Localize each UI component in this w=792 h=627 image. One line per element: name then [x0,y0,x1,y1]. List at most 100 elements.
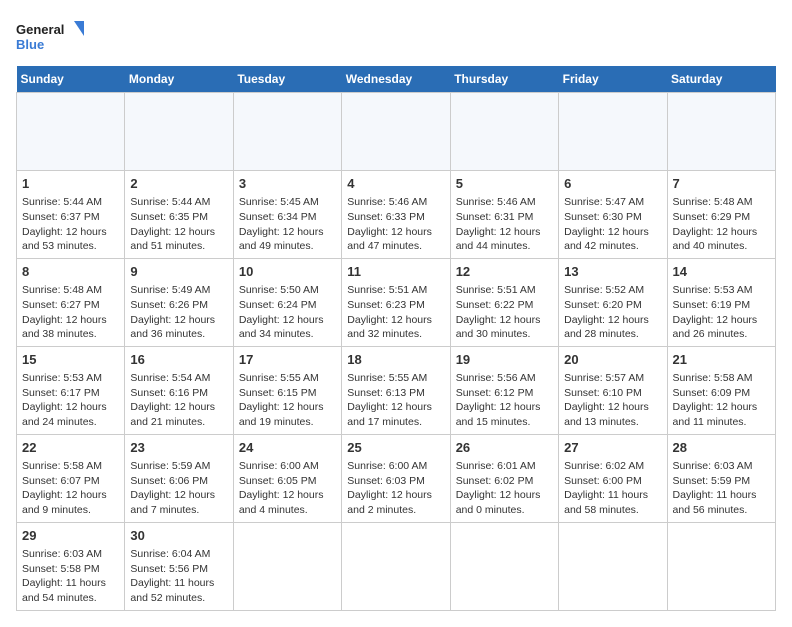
sunrise-text: Sunrise: 5:50 AM [239,284,319,296]
column-header-friday: Friday [559,66,667,93]
day-number: 17 [239,351,336,369]
header-row: SundayMondayTuesdayWednesdayThursdayFrid… [17,66,776,93]
sunrise-text: Sunrise: 6:03 AM [22,548,102,560]
daylight-text: Daylight: 12 hours and 34 minutes. [239,314,324,341]
sunrise-text: Sunrise: 5:53 AM [673,284,753,296]
calendar-cell [342,522,450,610]
sunset-text: Sunset: 6:12 PM [456,387,534,399]
sunrise-text: Sunrise: 5:53 AM [22,372,102,384]
calendar-cell: 19Sunrise: 5:56 AMSunset: 6:12 PMDayligh… [450,346,558,434]
day-number: 24 [239,439,336,457]
calendar-cell: 13Sunrise: 5:52 AMSunset: 6:20 PMDayligh… [559,258,667,346]
day-number: 19 [456,351,553,369]
sunset-text: Sunset: 6:23 PM [347,299,425,311]
column-header-monday: Monday [125,66,233,93]
daylight-text: Daylight: 12 hours and 28 minutes. [564,314,649,341]
column-header-sunday: Sunday [17,66,125,93]
day-number: 3 [239,175,336,193]
day-number: 20 [564,351,661,369]
calendar-cell: 30 Sunrise: 6:04 AM Sunset: 5:56 PM Dayligh… [125,522,233,610]
sunrise-text: Sunrise: 5:51 AM [347,284,427,296]
sunset-text: Sunset: 6:37 PM [22,211,100,223]
day-number: 10 [239,263,336,281]
calendar-cell: 29Sunrise: 6:03 AMSunset: 5:58 PMDayligh… [17,522,125,610]
calendar-cell: 9Sunrise: 5:49 AMSunset: 6:26 PMDaylight… [125,258,233,346]
daylight-text: Daylight: 12 hours and 2 minutes. [347,489,432,516]
sunrise-text: Sunrise: 6:01 AM [456,460,536,472]
day-number: 25 [347,439,444,457]
daylight-text: Daylight: 12 hours and 38 minutes. [22,314,107,341]
daylight-text: Daylight: 12 hours and 40 minutes. [673,226,758,253]
sunrise-text: Sunrise: 5:55 AM [347,372,427,384]
calendar-cell [667,522,775,610]
day-number: 21 [673,351,770,369]
day-number: 8 [22,263,119,281]
sunrise-text: Sunrise: 5:48 AM [673,196,753,208]
svg-text:Blue: Blue [16,37,44,52]
sunset-text: Sunset: 6:16 PM [130,387,208,399]
daylight-text: Daylight: 12 hours and 26 minutes. [673,314,758,341]
calendar-cell [233,93,341,171]
sunrise-text: Sunrise: 5:57 AM [564,372,644,384]
sunset-text: Sunset: 6:06 PM [130,475,208,487]
calendar-cell: 4 Sunrise: 5:46 AM Sunset: 6:33 PM Daylight… [342,171,450,259]
daylight-text: Daylight: 11 hours and 52 minutes. [130,577,214,604]
calendar-cell: 18Sunrise: 5:55 AMSunset: 6:13 PMDayligh… [342,346,450,434]
sunset-text: Sunset: 6:02 PM [456,475,534,487]
daylight-text: Daylight: 12 hours and 21 minutes. [130,401,215,428]
calendar-cell: 27Sunrise: 6:02 AMSunset: 6:00 PMDayligh… [559,434,667,522]
sunrise-text: Sunrise: 5:58 AM [673,372,753,384]
sunset-text: Sunset: 6:20 PM [564,299,642,311]
day-number: 29 [22,527,119,545]
sunset-text: Sunset: 6:00 PM [564,475,642,487]
day-number: 5 [456,175,553,193]
daylight-text: Daylight: 12 hours and 13 minutes. [564,401,649,428]
daylight-text: Daylight: 12 hours and 32 minutes. [347,314,432,341]
sunset-text: Sunset: 6:35 PM [130,211,208,223]
calendar-cell: 5Sunrise: 5:46 AMSunset: 6:31 PMDaylight… [450,171,558,259]
sunrise-text: Sunrise: 6:04 AM [130,548,210,560]
day-number: 16 [130,351,227,369]
day-number: 12 [456,263,553,281]
sunrise-text: Sunrise: 5:46 AM [456,196,536,208]
sunset-text: Sunset: 5:56 PM [130,563,208,575]
daylight-text: Daylight: 12 hours and 7 minutes. [130,489,215,516]
calendar-cell: 28Sunrise: 6:03 AMSunset: 5:59 PMDayligh… [667,434,775,522]
daylight-text: Daylight: 12 hours and 49 minutes. [239,226,324,253]
calendar-cell: 16Sunrise: 5:54 AMSunset: 6:16 PMDayligh… [125,346,233,434]
day-number: 26 [456,439,553,457]
calendar-cell [450,93,558,171]
daylight-text: Daylight: 12 hours and 47 minutes. [347,226,432,253]
day-number: 30 [130,527,227,545]
daylight-text: Daylight: 12 hours and 51 minutes. [130,226,215,253]
daylight-text: Daylight: 12 hours and 4 minutes. [239,489,324,516]
sunrise-text: Sunrise: 5:44 AM [22,196,102,208]
sunset-text: Sunset: 6:13 PM [347,387,425,399]
week-row-0 [17,93,776,171]
day-number: 4 [347,175,444,193]
column-header-saturday: Saturday [667,66,775,93]
week-row-1: 1Sunrise: 5:44 AMSunset: 6:37 PMDaylight… [17,171,776,259]
week-row-2: 8Sunrise: 5:48 AMSunset: 6:27 PMDaylight… [17,258,776,346]
calendar-cell: 3Sunrise: 5:45 AMSunset: 6:34 PMDaylight… [233,171,341,259]
calendar-cell [342,93,450,171]
daylight-text: Daylight: 12 hours and 11 minutes. [673,401,758,428]
sunset-text: Sunset: 6:27 PM [22,299,100,311]
calendar-cell [125,93,233,171]
sunset-text: Sunset: 6:33 PM [347,211,425,223]
calendar-cell: 7Sunrise: 5:48 AMSunset: 6:29 PMDaylight… [667,171,775,259]
calendar-cell [559,93,667,171]
calendar-cell: 14Sunrise: 5:53 AMSunset: 6:19 PMDayligh… [667,258,775,346]
calendar-cell [667,93,775,171]
daylight-text: Daylight: 11 hours and 56 minutes. [673,489,757,516]
column-header-wednesday: Wednesday [342,66,450,93]
sunrise-text: Sunrise: 5:46 AM [347,196,427,208]
sunset-text: Sunset: 6:22 PM [456,299,534,311]
sunset-text: Sunset: 6:29 PM [673,211,751,223]
daylight-text: Daylight: 12 hours and 24 minutes. [22,401,107,428]
sunset-text: Sunset: 5:59 PM [673,475,751,487]
column-header-tuesday: Tuesday [233,66,341,93]
day-number: 28 [673,439,770,457]
day-number: 9 [130,263,227,281]
day-number: 22 [22,439,119,457]
